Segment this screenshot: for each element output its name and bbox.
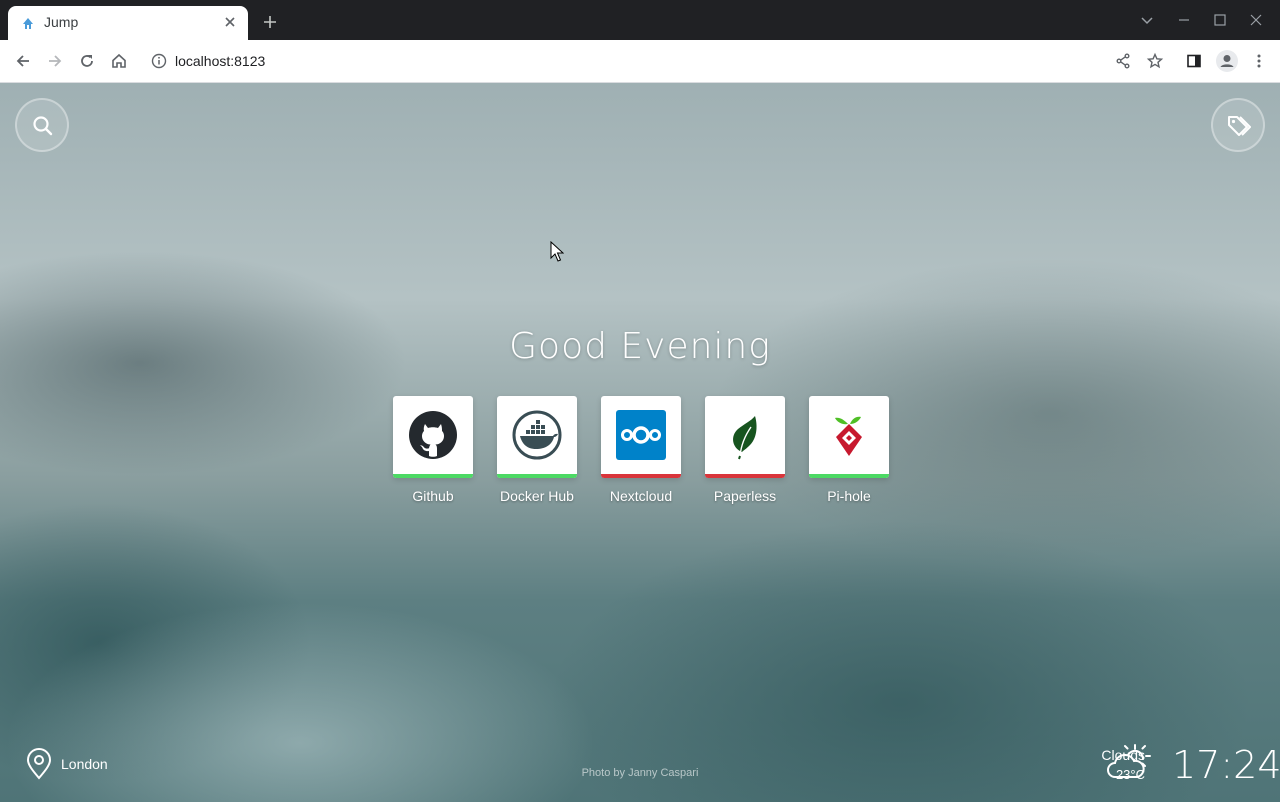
site-nextcloud[interactable]: Nextcloud — [601, 396, 681, 504]
mouse-cursor-icon — [550, 241, 564, 262]
site-card[interactable] — [809, 396, 889, 478]
reload-icon[interactable] — [78, 52, 96, 70]
share-icon[interactable] — [1114, 52, 1132, 70]
home-icon[interactable] — [110, 52, 128, 70]
tags-button[interactable] — [1211, 98, 1265, 152]
back-arrow-icon[interactable] — [14, 52, 32, 70]
site-label: Paperless — [713, 488, 777, 504]
close-window-icon[interactable] — [1248, 12, 1264, 28]
site-label: Docker Hub — [500, 488, 574, 504]
site-card[interactable] — [497, 396, 577, 478]
status-indicator — [809, 474, 889, 478]
site-card[interactable] — [601, 396, 681, 478]
maximize-icon[interactable] — [1212, 12, 1228, 28]
address-bar-url[interactable]: localhost:8123 — [175, 53, 265, 69]
jump-favicon-icon — [23, 18, 33, 29]
new-tab-icon[interactable] — [262, 14, 278, 30]
site-label: Nextcloud — [609, 488, 673, 504]
sites-grid: Github Docker Hub Nextcloud Paperless Pi… — [393, 396, 893, 516]
nextcloud-icon — [616, 410, 666, 460]
status-indicator — [601, 474, 681, 478]
tags-icon — [1228, 116, 1251, 136]
pihole-icon — [835, 416, 862, 456]
site-card[interactable] — [705, 396, 785, 478]
site-label: Github — [412, 488, 454, 504]
browser-menu-icon[interactable] — [1250, 52, 1268, 70]
browser-tab-bar: Jump — [0, 0, 1280, 40]
partly-cloudy-icon — [1107, 744, 1151, 778]
browser-tab[interactable]: Jump — [8, 6, 248, 40]
browser-toolbar: localhost:8123 — [0, 40, 1280, 83]
profile-avatar-icon[interactable] — [1215, 49, 1239, 73]
jump-startpage: Good Evening Github Docker Hub Nextcloud… — [0, 83, 1280, 802]
search-button[interactable] — [15, 98, 69, 152]
status-indicator — [497, 474, 577, 478]
paperless-leaf-icon — [733, 416, 757, 460]
bookmark-star-icon[interactable] — [1146, 52, 1164, 70]
site-docker-hub[interactable]: Docker Hub — [497, 396, 577, 504]
site-info-icon[interactable] — [150, 52, 168, 70]
minimize-icon[interactable] — [1176, 12, 1192, 28]
site-paperless[interactable]: Paperless — [705, 396, 785, 504]
photo-credit[interactable]: Photo by Janny Caspari — [0, 767, 1280, 779]
close-tab-icon[interactable] — [222, 14, 238, 30]
site-github[interactable]: Github — [393, 396, 473, 504]
github-icon — [409, 411, 457, 459]
search-icon — [33, 116, 53, 136]
docker-icon — [512, 410, 562, 460]
clock-time: 17:24 — [1172, 743, 1280, 787]
greeting-heading: Good Evening — [509, 326, 771, 367]
status-indicator — [705, 474, 785, 478]
status-indicator — [393, 474, 473, 478]
tab-search-chevron-icon[interactable] — [1139, 12, 1155, 28]
forward-arrow-icon[interactable] — [46, 52, 64, 70]
side-panel-icon[interactable] — [1185, 52, 1203, 70]
site-label: Pi-hole — [827, 488, 871, 504]
site-pi-hole[interactable]: Pi-hole — [809, 396, 889, 504]
tab-title: Jump — [44, 14, 79, 30]
site-card[interactable] — [393, 396, 473, 478]
